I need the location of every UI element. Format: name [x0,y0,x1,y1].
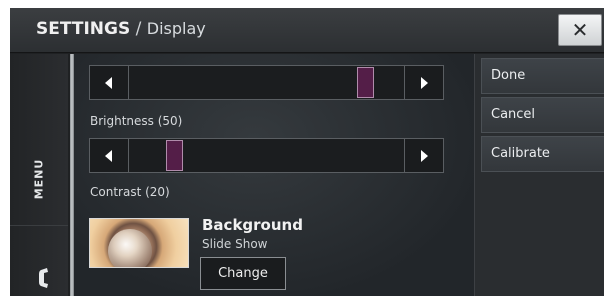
title-section: SETTINGS [36,19,131,39]
close-icon: ✕ [571,18,589,42]
arrow-right-icon [421,149,428,162]
arrow-right-icon [421,76,428,89]
globe-image [108,229,152,267]
brightness-label: Brightness (50) [90,114,183,128]
title-subsection: Display [146,19,206,38]
background-thumbnail [89,218,189,268]
left-nav: MENU [10,54,68,296]
header-bar: SETTINGS / Display ✕ [10,8,604,53]
brightness-increase-button[interactable] [404,65,444,100]
phone-icon [39,268,48,288]
done-button[interactable]: Done [481,58,604,94]
background-title: Background [202,216,303,234]
action-panel: Done Cancel Calibrate [474,54,604,296]
title-separator: / [130,19,147,39]
brightness-slider[interactable] [89,65,444,100]
contrast-decrease-button[interactable] [89,138,129,173]
brightness-track[interactable] [129,65,404,100]
brightness-thumb[interactable] [357,67,374,98]
phone-button[interactable] [10,227,68,296]
calibrate-button[interactable]: Calibrate [481,136,604,172]
cancel-button[interactable]: Cancel [481,97,604,133]
contrast-label: Contrast (20) [90,185,170,199]
contrast-increase-button[interactable] [404,138,444,173]
contrast-thumb[interactable] [166,140,183,171]
display-settings-screen: SETTINGS / Display ✕ MENU Brightness (50… [10,8,604,296]
change-background-button[interactable]: Change [200,257,286,290]
close-button[interactable]: ✕ [558,14,602,46]
arrow-left-icon [105,76,112,89]
menu-label: MENU [32,158,46,200]
contrast-track[interactable] [129,138,404,173]
brightness-decrease-button[interactable] [89,65,129,100]
background-subtitle: Slide Show [202,237,268,251]
menu-button[interactable]: MENU [10,54,68,226]
contrast-slider[interactable] [89,138,444,173]
settings-panel: Brightness (50) Contrast (20) Background… [74,54,474,296]
page-title: SETTINGS / Display [36,19,206,39]
arrow-left-icon [105,149,112,162]
